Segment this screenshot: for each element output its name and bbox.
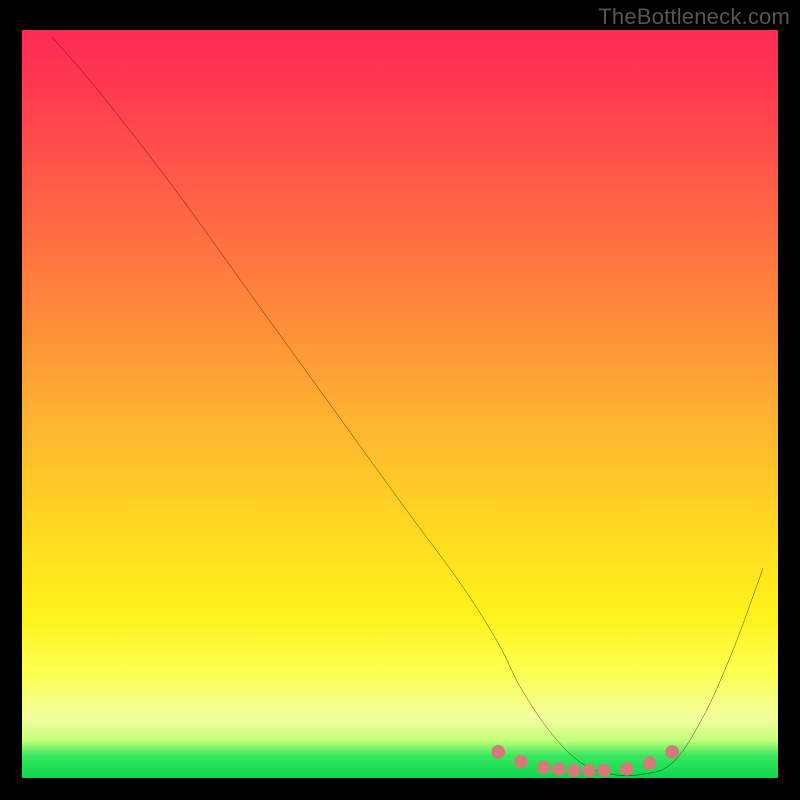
chart-svg <box>22 30 778 778</box>
bottleneck-curve-line <box>52 37 763 775</box>
curve-marker-dot <box>620 762 634 775</box>
curve-marker-dot <box>552 762 566 775</box>
curve-marker-dot <box>491 745 505 758</box>
curve-marker-dot <box>514 755 528 768</box>
curve-marker-dot <box>582 764 596 777</box>
curve-marker-dot <box>537 761 551 774</box>
curve-marker-dot <box>665 745 679 758</box>
curve-marker-dot <box>643 756 657 769</box>
curve-marker-dot <box>567 764 581 777</box>
watermark-text: TheBottleneck.com <box>598 4 790 30</box>
curve-bottom-markers <box>491 745 678 777</box>
curve-marker-dot <box>597 764 611 777</box>
